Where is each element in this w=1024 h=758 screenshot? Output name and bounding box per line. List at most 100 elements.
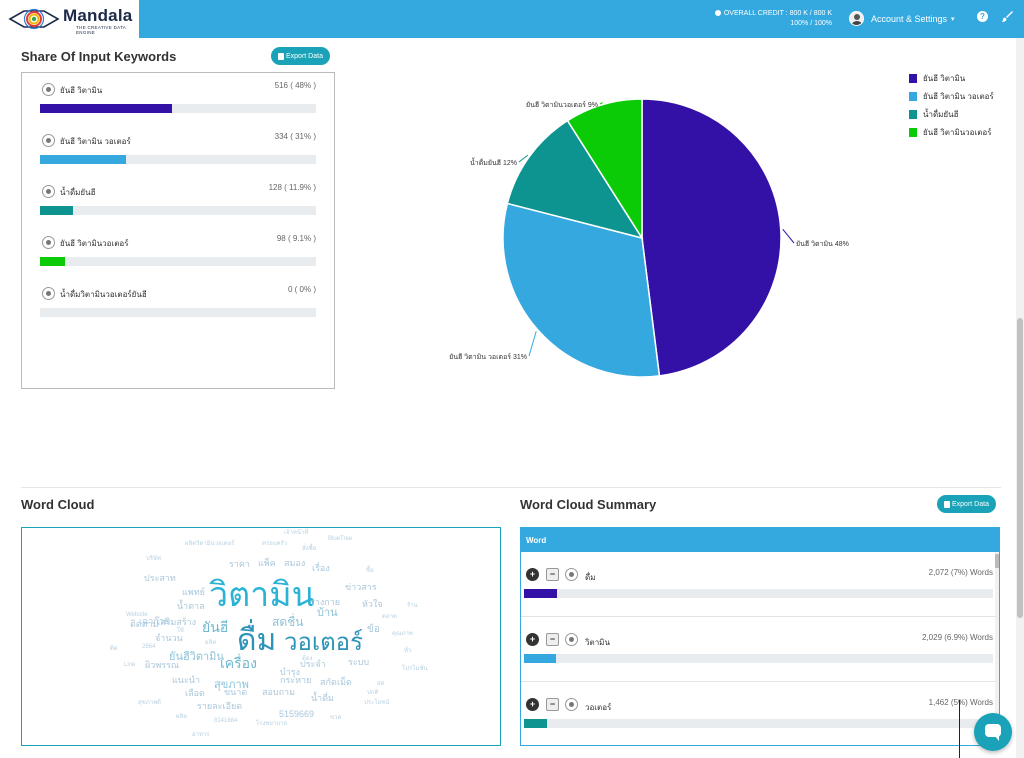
word-cloud-summary-title: Word Cloud Summary <box>520 497 657 512</box>
word-cloud-word[interactable]: ประโยชน์ <box>364 700 389 706</box>
page-scrollbar[interactable] <box>1016 38 1024 758</box>
pie-slice[interactable] <box>641 98 782 377</box>
word-cloud-word[interactable]: น้ำตาล <box>177 602 205 611</box>
word-cloud-word[interactable]: เม็ด <box>337 678 352 687</box>
export-data-button[interactable]: Export Data <box>271 47 330 65</box>
word-cloud-word[interactable]: รายละเอียด <box>197 702 242 711</box>
word-cloud-word[interactable]: ผลิต <box>176 714 187 720</box>
word-cloud-word[interactable]: โรงพยาบาล <box>256 721 287 727</box>
include-plus-button[interactable]: + <box>526 698 539 711</box>
keyword-progress-track <box>40 257 316 266</box>
chat-button[interactable] <box>974 713 1012 751</box>
word-cloud-word[interactable]: ขนาด <box>224 688 247 697</box>
legend-item[interactable]: ยันฮี วิตามินวอเตอร์ <box>909 123 994 141</box>
word-cloud-word[interactable]: เครื่อง <box>220 656 257 670</box>
pie-legend: ยันฮี วิตามิน ยันฮี วิตามิน วอเตอร์ น้ำดื่… <box>909 69 994 141</box>
legend-item[interactable]: น้ำดื่มยันฮี <box>909 105 994 123</box>
eye-icon[interactable] <box>42 134 55 147</box>
word-cloud-word[interactable]: ราคา <box>229 560 250 569</box>
word-cloud-word[interactable]: สมอง <box>284 559 305 568</box>
export-label: Export Data <box>286 52 323 60</box>
word-cloud-word[interactable]: บริษัท <box>146 556 161 562</box>
word-cloud-word[interactable]: ยันฮี <box>202 620 228 634</box>
word-cloud-word[interactable]: ตลาด <box>382 614 397 620</box>
summary-progress-track <box>524 654 993 663</box>
word-cloud-word[interactable]: ทั่ว <box>404 648 411 654</box>
summary-progress-fill <box>524 719 548 728</box>
logo[interactable]: Mandala THE CREATIVE DATA ENGINE <box>0 0 139 38</box>
exclude-minus-button[interactable]: − <box>546 568 559 581</box>
word-cloud-word[interactable]: ร่างกาย <box>310 598 340 607</box>
word-cloud-word[interactable]: แนะนำ <box>172 676 200 685</box>
keyword-item: ยันฮี วิตามิน 516 ( 48% ) <box>40 79 316 119</box>
word-cloud-word[interactable]: ติด <box>110 646 118 652</box>
word-cloud-word[interactable]: บ้าน <box>317 608 338 619</box>
scrollbar-thumb[interactable] <box>1017 318 1023 618</box>
word-cloud-word[interactable]: ผิวพรรณ <box>145 661 179 670</box>
eye-icon[interactable] <box>565 698 578 711</box>
word-cloud-word[interactable]: Line <box>124 662 135 668</box>
word-cloud-word[interactable]: สั่งซื้อ <box>302 546 316 552</box>
eye-icon[interactable] <box>565 568 578 581</box>
word-cloud-word[interactable]: ข่าวสาร <box>345 583 377 592</box>
word-cloud-word[interactable]: ต้อง <box>302 656 312 662</box>
word-cloud-word[interactable]: หัวใจ <box>362 600 383 609</box>
keyword-progress-track <box>40 104 316 113</box>
word-cloud-word[interactable]: ปกติ <box>367 690 378 696</box>
credit-line1: OVERALL CREDIT : 800 K / 800 K <box>723 10 832 17</box>
account-settings-menu[interactable]: Account & Settings ▾ <box>849 11 955 26</box>
word-cloud-word[interactable]: เรื่อง <box>312 564 330 573</box>
word-cloud-word[interactable]: แพ็ค <box>258 559 276 568</box>
word-cloud-word[interactable]: เลือด <box>185 689 205 698</box>
word-cloud-word[interactable]: เสริมสร้าง <box>157 618 196 627</box>
word-cloud-word[interactable]: ระบบ <box>348 658 369 667</box>
word-cloud-word[interactable]: กระหาย <box>280 676 311 685</box>
word-cloud-word[interactable]: ดื่ม <box>237 626 276 656</box>
word-cloud-word[interactable]: สกัด <box>320 678 337 687</box>
exclude-minus-button[interactable]: − <box>546 633 559 646</box>
word-cloud-word[interactable]: วิตามิน <box>209 578 315 612</box>
include-plus-button[interactable]: + <box>526 568 539 581</box>
word-cloud-word[interactable]: เจ้าหน้าที่ <box>284 530 308 536</box>
help-icon[interactable]: ? <box>977 11 988 22</box>
legend-item[interactable]: ยันฮี วิตามิน วอเตอร์ <box>909 87 994 105</box>
legend-item[interactable]: ยันฮี วิตามิน <box>909 69 994 87</box>
exclude-minus-button[interactable]: − <box>546 698 559 711</box>
word-cloud-word[interactable]: ครอบครัว <box>262 541 287 547</box>
eye-icon[interactable] <box>42 83 55 96</box>
eye-icon[interactable] <box>565 633 578 646</box>
summary-word-count: 2,072 (7%) Words <box>928 568 993 577</box>
word-cloud-word[interactable]: 8141684 <box>214 718 237 724</box>
word-cloud-word[interactable]: ซื้อ <box>366 568 374 574</box>
word-cloud-word[interactable]: สดชื่น <box>272 616 303 628</box>
word-cloud-word[interactable]: คุณภาพ <box>392 631 413 637</box>
word-cloud-word[interactable]: ขวด <box>330 715 341 721</box>
word-cloud-word[interactable]: ใช้ <box>177 628 184 634</box>
word-cloud-word[interactable]: BlueTree <box>328 536 352 542</box>
word-cloud-word[interactable]: ผลิตวิตามินวอเตอร์ <box>185 541 235 547</box>
word-cloud-word[interactable]: ประสาท <box>144 574 176 583</box>
word-cloud-word[interactable]: สด <box>377 681 385 687</box>
summary-export-data-button[interactable]: Export Data <box>937 495 996 513</box>
word-cloud-word[interactable]: สอบถาม <box>262 688 295 697</box>
word-cloud-word[interactable]: ร้าน <box>407 603 418 609</box>
word-cloud-word[interactable]: แพทย์ <box>182 588 205 597</box>
word-cloud-word[interactable]: โปรโมชั่น <box>402 666 428 672</box>
word-cloud-word[interactable]: ติดตาม <box>130 620 159 629</box>
brush-icon[interactable] <box>1002 11 1013 22</box>
word-cloud-word[interactable]: อาหาร <box>192 732 210 738</box>
word-cloud-word[interactable]: Website <box>126 612 148 618</box>
word-cloud-word[interactable]: น้ำดื่ม <box>311 694 334 703</box>
eye-icon[interactable] <box>42 236 55 249</box>
word-cloud-word[interactable]: ข้อ <box>367 625 380 635</box>
mouse-cursor <box>959 700 960 758</box>
word-cloud-word[interactable]: จำนวน <box>155 634 183 643</box>
word-cloud-word[interactable]: วอเตอร์ <box>284 631 363 655</box>
include-plus-button[interactable]: + <box>526 633 539 646</box>
eye-icon[interactable] <box>42 185 55 198</box>
word-cloud-word[interactable]: 5159669 <box>279 710 314 719</box>
eye-icon[interactable] <box>42 287 55 300</box>
word-cloud-word[interactable]: 2564 <box>142 644 155 650</box>
word-cloud-word[interactable]: ผลิต <box>205 640 216 646</box>
word-cloud-word[interactable]: สุขภาพดี <box>138 700 161 706</box>
